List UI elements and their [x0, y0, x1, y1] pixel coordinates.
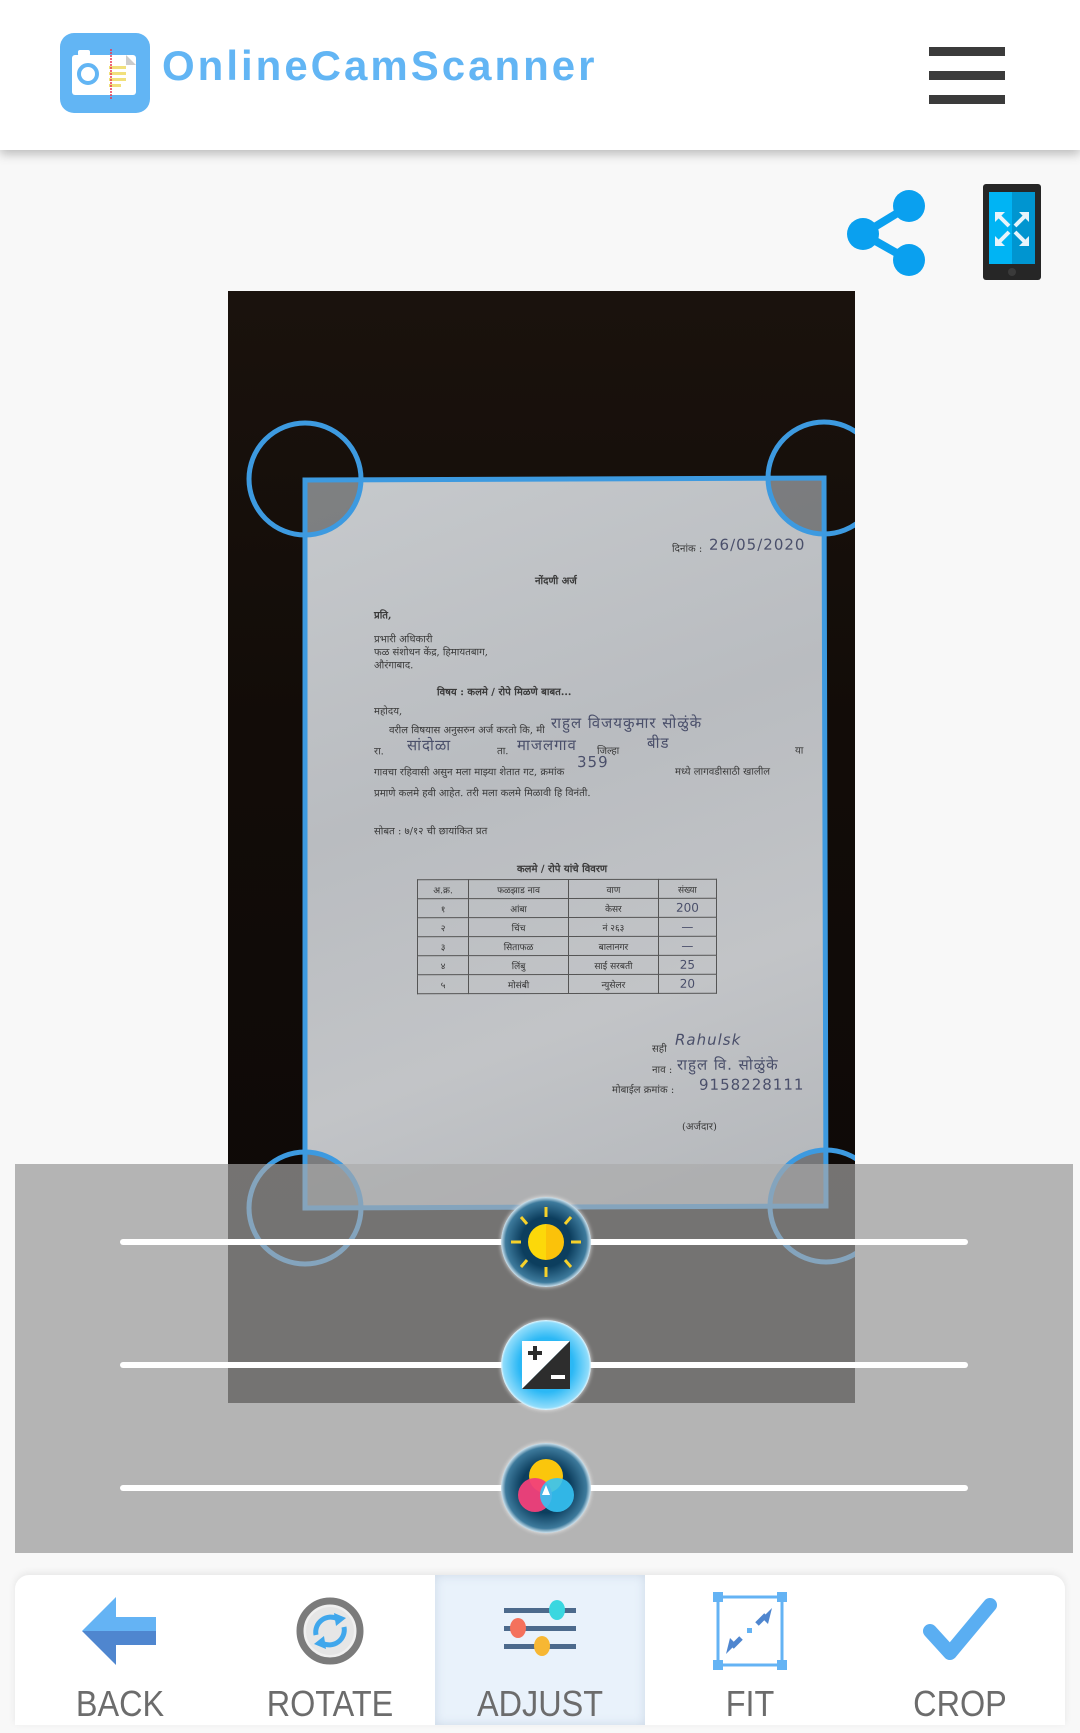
rotate-label: ROTATE — [266, 1683, 394, 1724]
fit-expand-icon — [710, 1591, 790, 1671]
color-saturation-icon[interactable] — [501, 1443, 591, 1533]
adjust-panel — [15, 1164, 1073, 1553]
crop-check-icon — [920, 1591, 1000, 1671]
app-logo-icon — [60, 33, 150, 113]
app-header: OnlineCamScanner — [0, 0, 1080, 150]
crop-button[interactable]: CROP — [855, 1575, 1065, 1725]
rotate-button[interactable]: ROTATE — [225, 1575, 435, 1725]
crop-boundary — [302, 475, 829, 1211]
fullscreen-phone-icon[interactable] — [983, 184, 1041, 280]
fit-label: FIT — [725, 1683, 775, 1724]
adjust-label: ADJUST — [476, 1683, 603, 1724]
adjust-button[interactable]: ADJUST — [435, 1575, 645, 1725]
hamburger-menu-icon[interactable] — [929, 47, 1005, 107]
fit-button[interactable]: FIT — [645, 1575, 855, 1725]
brightness-sun-icon[interactable] — [501, 1197, 591, 1287]
adjust-sliders-icon — [500, 1591, 580, 1671]
menu-bar — [929, 95, 1005, 104]
bottom-toolbar: BACK ROTATE ADJUST FIT CROP — [15, 1575, 1065, 1725]
crop-label: CROP — [913, 1683, 1007, 1724]
back-arrow-icon — [80, 1591, 160, 1671]
brightness-slider[interactable] — [120, 1197, 968, 1287]
rotate-icon — [290, 1591, 370, 1671]
share-icon[interactable] — [843, 188, 929, 278]
back-label: BACK — [75, 1683, 165, 1724]
back-button[interactable]: BACK — [15, 1575, 225, 1725]
contrast-icon[interactable] — [501, 1320, 591, 1410]
saturation-slider[interactable] — [120, 1443, 968, 1533]
menu-bar — [929, 71, 1005, 80]
menu-bar — [929, 47, 1005, 56]
app-title: OnlineCamScanner — [162, 42, 598, 89]
contrast-slider[interactable] — [120, 1320, 968, 1410]
